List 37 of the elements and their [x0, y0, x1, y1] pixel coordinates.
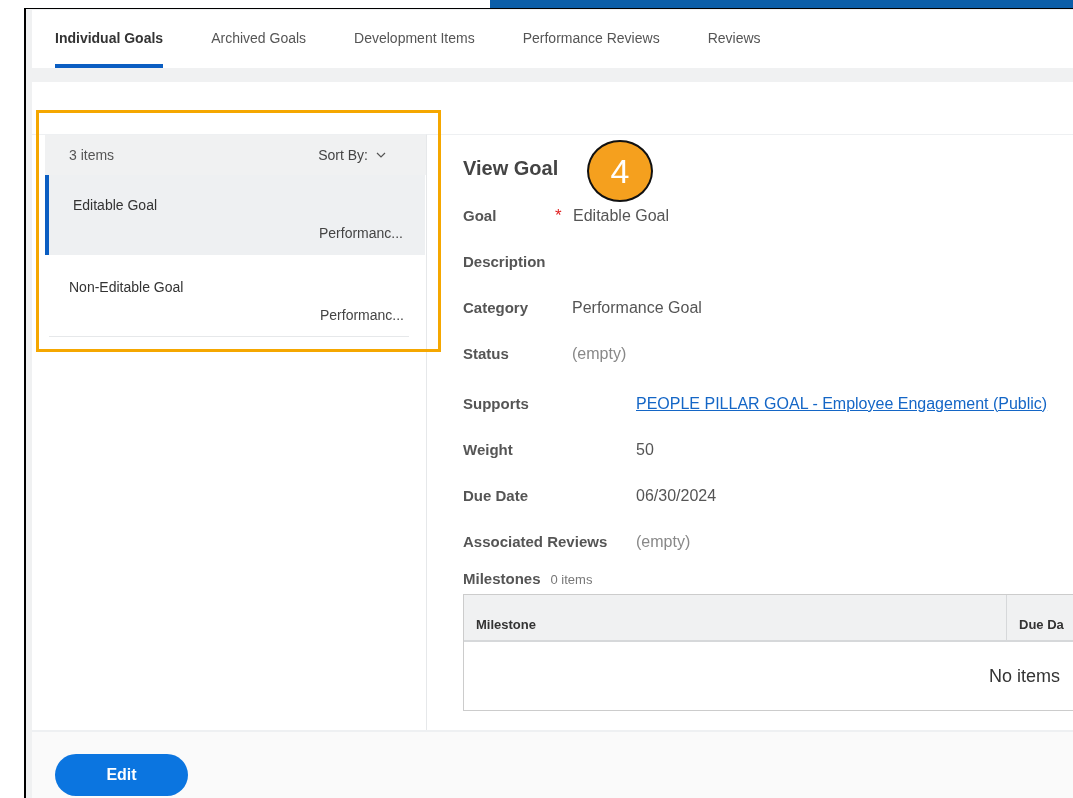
supports-link[interactable]: PEOPLE PILLAR GOAL - Employee Engagement (Public) — [636, 394, 1048, 413]
tab[interactable]: Performance Reviews — [522, 10, 660, 68]
tab[interactable]: Individual Goals — [55, 10, 164, 68]
item-count: 3 items — [69, 147, 115, 163]
field-label: Category — [463, 299, 530, 316]
chevron-icon — [376, 152, 386, 158]
field-label: Due Date — [463, 487, 530, 504]
field-label: Supports — [463, 395, 530, 412]
tab[interactable]: Development Items — [354, 10, 475, 68]
section-label: Milestones — [463, 570, 541, 587]
field-label: Status — [463, 345, 510, 362]
field-value: Performance Goal — [572, 298, 702, 317]
goal-title: Editable Goal — [73, 197, 159, 213]
field-value: (empty) — [636, 532, 691, 551]
field-value: (empty) — [572, 344, 627, 363]
sort-button[interactable]: Sort By: — [318, 147, 386, 163]
field-label: Description — [463, 253, 547, 270]
edit-button[interactable]: Edit — [55, 754, 188, 796]
tab[interactable]: Archived Goals — [211, 10, 307, 68]
column-header: Due Da — [1018, 617, 1064, 634]
field-label: Goal — [463, 207, 498, 224]
goal-category: Performanc... — [319, 307, 404, 323]
field-value: 50 — [636, 440, 654, 459]
column-header: Milestone — [464, 595, 1007, 640]
field-label: Weight — [463, 441, 514, 458]
page-title: View Goal — [463, 157, 559, 180]
goal-list-item[interactable]: Non-Editable Goal Performanc... — [49, 257, 409, 337]
goal-category: Performanc... — [318, 225, 403, 241]
goal-title: Non-Editable Goal — [69, 279, 185, 295]
item-count: 0 items — [550, 572, 593, 587]
empty-message: No items — [989, 665, 1060, 687]
field-label: Associated Reviews — [463, 533, 609, 550]
field-value: 06/30/2024 — [636, 486, 717, 505]
tab[interactable]: Reviews — [707, 10, 761, 68]
required-icon: * — [555, 205, 565, 226]
goal-list-item[interactable]: Editable Goal Performanc... — [45, 175, 425, 255]
field-value: Editable Goal — [573, 206, 670, 225]
